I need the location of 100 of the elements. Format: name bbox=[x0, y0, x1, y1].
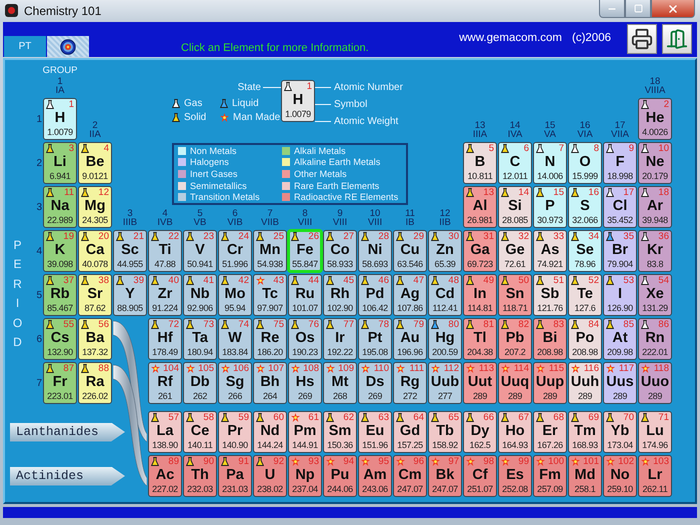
element-tile[interactable]: 93 Np 237.04 bbox=[288, 455, 322, 497]
element-tile[interactable]: 25 Mn 54.938 bbox=[253, 230, 287, 272]
exit-button[interactable] bbox=[662, 24, 692, 54]
element-tile[interactable]: 100 Fm 257.09 bbox=[533, 455, 567, 497]
element-tile[interactable]: 69 Tm 168.93 bbox=[568, 411, 602, 453]
element-tile[interactable]: 26 Fe 55.847 bbox=[288, 230, 322, 272]
element-tile[interactable]: 42 Mo 95.94 bbox=[218, 274, 252, 316]
close-button[interactable] bbox=[651, 0, 695, 18]
element-tile[interactable]: 10 Ne 20.179 bbox=[638, 142, 672, 184]
element-tile[interactable]: 53 I 126.90 bbox=[603, 274, 637, 316]
element-tile[interactable]: 47 Ag 107.86 bbox=[393, 274, 427, 316]
element-tile[interactable]: 72 Hf 178.49 bbox=[148, 318, 182, 360]
element-tile[interactable]: 102 No 259.10 bbox=[603, 455, 637, 497]
element-tile[interactable]: 114 Uuq 289 bbox=[498, 362, 532, 404]
element-tile[interactable]: 54 Xe 131.29 bbox=[638, 274, 672, 316]
element-tile[interactable]: 63 Eu 151.96 bbox=[358, 411, 392, 453]
element-tile[interactable]: 107 Bh 264 bbox=[253, 362, 287, 404]
series-button[interactable]: Lanthanides bbox=[10, 422, 125, 442]
element-tile[interactable]: 88 Ra 226.02 bbox=[78, 362, 112, 404]
maximize-button[interactable] bbox=[625, 0, 651, 18]
element-tile[interactable]: 36 Kr 83.8 bbox=[638, 230, 672, 272]
element-tile[interactable]: 104 Rf 261 bbox=[148, 362, 182, 404]
element-tile[interactable]: 80 Hg 200.59 bbox=[428, 318, 462, 360]
element-tile[interactable]: 11 Na 22.989 bbox=[43, 186, 77, 228]
element-tile[interactable]: 86 Rn 222.01 bbox=[638, 318, 672, 360]
element-tile[interactable]: 52 Te 127.6 bbox=[568, 274, 602, 316]
element-tile[interactable]: 13 Al 26.981 bbox=[463, 186, 497, 228]
element-tile[interactable]: 7 N 14.006 bbox=[533, 142, 567, 184]
element-tile[interactable]: 8 O 15.999 bbox=[568, 142, 602, 184]
element-tile[interactable]: 23 V 50.941 bbox=[183, 230, 217, 272]
element-tile[interactable]: 101 Md 258.1 bbox=[568, 455, 602, 497]
element-tile[interactable]: 6 C 12.011 bbox=[498, 142, 532, 184]
element-tile[interactable]: 103 Lr 262.11 bbox=[638, 455, 672, 497]
element-tile[interactable]: 92 U 238.02 bbox=[253, 455, 287, 497]
element-tile[interactable]: 105 Db 262 bbox=[183, 362, 217, 404]
element-tile[interactable]: 41 Nb 92.906 bbox=[183, 274, 217, 316]
element-tile[interactable]: 43 Tc 97.907 bbox=[253, 274, 287, 316]
element-tile[interactable]: 4 Be 9.0121 bbox=[78, 142, 112, 184]
minimize-button[interactable] bbox=[599, 0, 625, 18]
element-tile[interactable]: 58 Ce 140.11 bbox=[183, 411, 217, 453]
element-tile[interactable]: 19 K 39.098 bbox=[43, 230, 77, 272]
element-tile[interactable]: 70 Yb 173.04 bbox=[603, 411, 637, 453]
element-tile[interactable]: 108 Hs 269 bbox=[288, 362, 322, 404]
element-tile[interactable]: 117 Uus 289 bbox=[603, 362, 637, 404]
element-tile[interactable]: 84 Po 208.98 bbox=[568, 318, 602, 360]
element-tile[interactable]: 97 Bk 247.07 bbox=[428, 455, 462, 497]
element-tile[interactable]: 95 Am 243.06 bbox=[358, 455, 392, 497]
element-tile[interactable]: 112 Uub 277 bbox=[428, 362, 462, 404]
element-tile[interactable]: 33 As 74.921 bbox=[533, 230, 567, 272]
element-tile[interactable]: 115 Uup 289 bbox=[533, 362, 567, 404]
element-tile[interactable]: 12 Mg 24.305 bbox=[78, 186, 112, 228]
series-button[interactable]: Actinides bbox=[10, 466, 125, 486]
element-tile[interactable]: 1 H 1.0079 bbox=[43, 98, 77, 140]
element-tile[interactable]: 62 Sm 150.36 bbox=[323, 411, 357, 453]
element-tile[interactable]: 17 Cl 35.452 bbox=[603, 186, 637, 228]
element-tile[interactable]: 79 Au 196.96 bbox=[393, 318, 427, 360]
element-tile[interactable]: 111 Rg 272 bbox=[393, 362, 427, 404]
element-tile[interactable]: 90 Th 232.03 bbox=[183, 455, 217, 497]
element-tile[interactable]: 113 Uut 289 bbox=[463, 362, 497, 404]
element-tile[interactable]: 71 Lu 174.96 bbox=[638, 411, 672, 453]
element-tile[interactable]: 48 Cd 112.41 bbox=[428, 274, 462, 316]
element-tile[interactable]: 77 Ir 192.22 bbox=[323, 318, 357, 360]
element-tile[interactable]: 110 Ds 269 bbox=[358, 362, 392, 404]
element-tile[interactable]: 91 Pa 231.03 bbox=[218, 455, 252, 497]
element-tile[interactable]: 20 Ca 40.078 bbox=[78, 230, 112, 272]
element-tile[interactable]: 59 Pr 140.90 bbox=[218, 411, 252, 453]
element-tile[interactable]: 75 Re 186.20 bbox=[253, 318, 287, 360]
element-tile[interactable]: 24 Cr 51.996 bbox=[218, 230, 252, 272]
element-tile[interactable]: 76 Os 190.23 bbox=[288, 318, 322, 360]
element-tile[interactable]: 61 Pm 144.91 bbox=[288, 411, 322, 453]
element-tile[interactable]: 87 Fr 223.01 bbox=[43, 362, 77, 404]
element-tile[interactable]: 45 Rh 102.90 bbox=[323, 274, 357, 316]
element-tile[interactable]: 46 Pd 106.42 bbox=[358, 274, 392, 316]
element-tile[interactable]: 106 Sg 266 bbox=[218, 362, 252, 404]
element-tile[interactable]: 35 Br 79.904 bbox=[603, 230, 637, 272]
element-tile[interactable]: 57 La 138.90 bbox=[148, 411, 182, 453]
element-tile[interactable]: 67 Ho 164.93 bbox=[498, 411, 532, 453]
element-tile[interactable]: 73 Ta 180.94 bbox=[183, 318, 217, 360]
element-tile[interactable]: 78 Pt 195.08 bbox=[358, 318, 392, 360]
element-tile[interactable]: 64 Gd 157.25 bbox=[393, 411, 427, 453]
element-tile[interactable]: 96 Cm 247.07 bbox=[393, 455, 427, 497]
website-link[interactable]: www.gemacom.com bbox=[459, 32, 562, 44]
element-tile[interactable]: 99 Es 252.08 bbox=[498, 455, 532, 497]
element-tile[interactable]: 9 F 18.998 bbox=[603, 142, 637, 184]
element-tile[interactable]: 15 P 30.973 bbox=[533, 186, 567, 228]
element-tile[interactable]: 66 Dy 162.5 bbox=[463, 411, 497, 453]
element-tile[interactable]: 81 Tl 204.38 bbox=[463, 318, 497, 360]
element-tile[interactable]: 34 Se 78.96 bbox=[568, 230, 602, 272]
element-tile[interactable]: 30 Zn 65.39 bbox=[428, 230, 462, 272]
element-tile[interactable]: 16 S 32.066 bbox=[568, 186, 602, 228]
element-tile[interactable]: 1 H 1.0079 bbox=[281, 80, 315, 122]
element-tile[interactable]: 40 Zr 91.224 bbox=[148, 274, 182, 316]
element-tile[interactable]: 98 Cf 251.07 bbox=[463, 455, 497, 497]
element-tile[interactable]: 38 Sr 87.62 bbox=[78, 274, 112, 316]
element-tile[interactable]: 31 Ga 69.723 bbox=[463, 230, 497, 272]
element-tile[interactable]: 27 Co 58.933 bbox=[323, 230, 357, 272]
element-tile[interactable]: 85 At 209.98 bbox=[603, 318, 637, 360]
element-tile[interactable]: 94 Pu 244.06 bbox=[323, 455, 357, 497]
element-tile[interactable]: 116 Uuh 289 bbox=[568, 362, 602, 404]
element-tile[interactable]: 22 Ti 47.88 bbox=[148, 230, 182, 272]
